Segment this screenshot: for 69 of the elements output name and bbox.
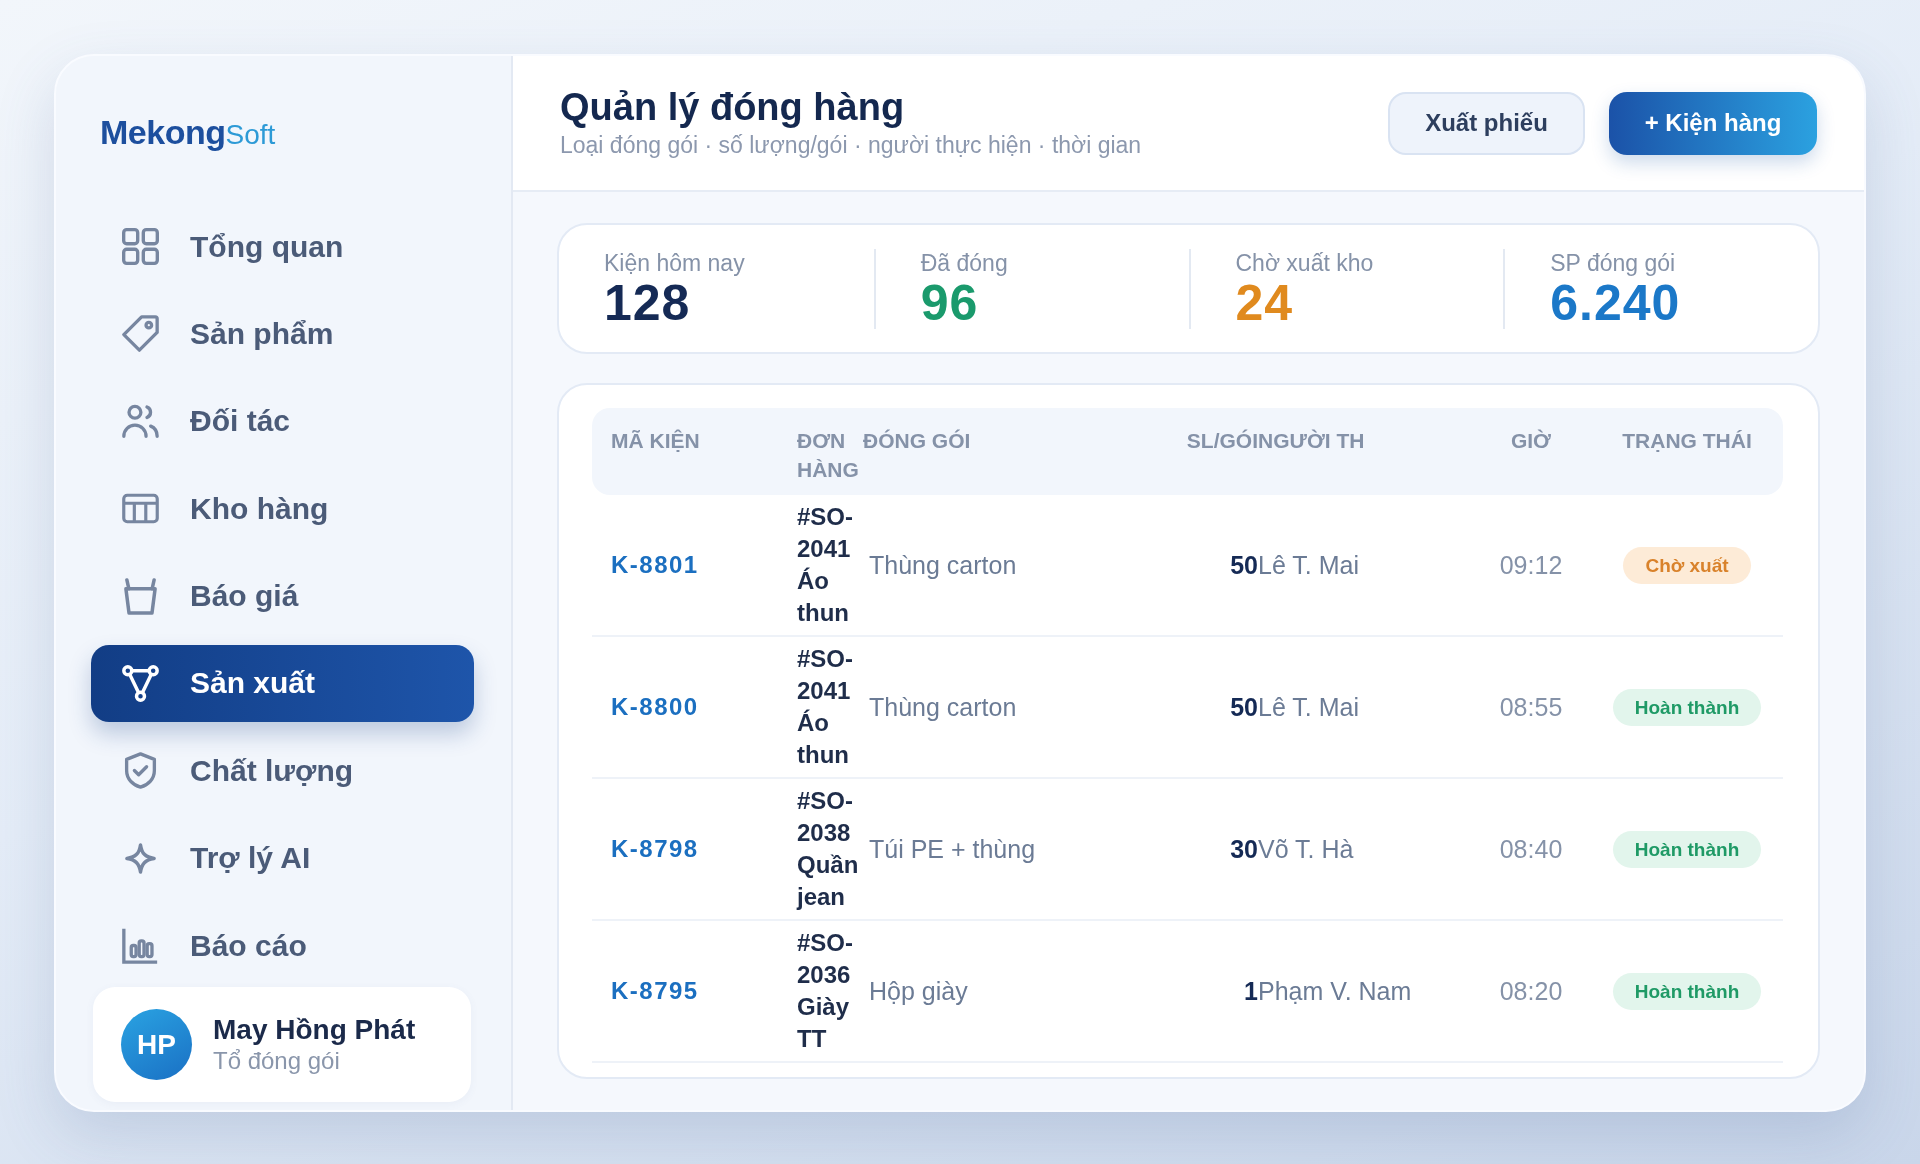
- package-id-link[interactable]: K-8795: [611, 977, 699, 1005]
- user-name: May Hồng Phát: [213, 1013, 416, 1046]
- user-avatar: HP: [121, 1009, 192, 1081]
- shield-check-icon: [122, 752, 159, 790]
- bar-chart-icon: [122, 927, 159, 965]
- packaging-cell-text: Thùng carton: [868, 692, 1018, 722]
- nav-item[interactable]: Kho hàng: [91, 470, 474, 548]
- column-header: ĐƠN HÀNG: [797, 428, 860, 483]
- stat-value: 24: [1235, 277, 1295, 329]
- time-cell-text: 08:55: [1498, 692, 1564, 722]
- column-header: NGƯỜI TH: [1258, 428, 1366, 454]
- stat-label: Đã đóng: [920, 249, 1009, 277]
- order-cell-text: #SO-2036 Giày TT: [797, 928, 854, 1054]
- order-cell-text: #SO-2041 Áo thun: [797, 502, 854, 628]
- package-id-link[interactable]: K-8801: [611, 551, 699, 579]
- status-badge: Hoàn thành: [1612, 830, 1762, 868]
- quantity-cell-text: 50: [1229, 692, 1258, 722]
- nav-item[interactable]: Tổng quan: [91, 208, 474, 285]
- worker-cell-text: Võ T. Hà: [1258, 834, 1355, 864]
- time-cell-text: 08:20: [1498, 976, 1564, 1006]
- tag-icon: [122, 315, 159, 353]
- order-cell-text: #SO-2038 Quần jean: [797, 786, 860, 912]
- stat-label: SP đóng gói: [1550, 249, 1677, 277]
- grid-icon: [122, 228, 159, 265]
- sparkle-icon: [125, 842, 156, 874]
- nav-item[interactable]: Báo cáo: [91, 907, 474, 985]
- worker-cell-text: Lê T. Mai: [1258, 692, 1360, 722]
- column-header: MÃ KIỆN: [611, 428, 701, 454]
- user-role: Tổ đóng gói: [213, 1045, 341, 1076]
- page-subtitle: Loại đóng gói · số lượng/gói · người thực hiện · thời gian: [560, 131, 1142, 160]
- column-header: GIỜ: [1509, 428, 1553, 454]
- status-badge: Hoàn thành: [1612, 688, 1762, 726]
- users-icon: [122, 402, 159, 440]
- export-button[interactable]: Xuất phiếu: [1388, 91, 1585, 155]
- packaging-cell-text: Hộp giày: [868, 976, 969, 1006]
- column-header: ĐÓNG GÓI: [863, 428, 972, 454]
- order-cell-text: #SO-2041 Áo thun: [797, 644, 854, 770]
- nav-item[interactable]: Đối tác: [91, 382, 474, 460]
- triangle-nodes-icon: [122, 664, 159, 702]
- packaging-cell-text: Túi PE + thùng: [868, 834, 1037, 864]
- quantity-cell-text: 50: [1229, 550, 1258, 580]
- column-header: TRẠNG THÁI: [1621, 428, 1753, 454]
- add-package-button[interactable]: + Kiện hàng: [1609, 91, 1817, 155]
- worker-cell-text: Lê T. Mai: [1258, 550, 1360, 580]
- basket-icon: [122, 577, 159, 615]
- stat-label: Kiện hôm nay: [604, 249, 746, 277]
- status-badge: Chờ xuất: [1623, 546, 1751, 584]
- stat-value: 96: [920, 277, 979, 329]
- packaging-cell-text: Thùng carton: [868, 550, 1018, 580]
- stat-value: 6.240: [1550, 277, 1682, 329]
- stat-value: 128: [604, 277, 692, 329]
- package-id-link[interactable]: K-8800: [611, 693, 699, 721]
- time-cell-text: 09:12: [1498, 550, 1564, 580]
- nav-item[interactable]: Sản phẩm: [91, 295, 474, 373]
- status-badge: Hoàn thành: [1612, 972, 1762, 1010]
- nav-item[interactable]: Sản xuất: [91, 644, 474, 722]
- time-cell-text: 08:40: [1498, 834, 1564, 864]
- column-header: SL/GÓI: [1185, 428, 1258, 454]
- nav-item[interactable]: Báo giá: [91, 557, 474, 635]
- stat-label: Chờ xuất kho: [1235, 249, 1375, 277]
- nav-item[interactable]: Chất lượng: [91, 732, 474, 810]
- page-title: Quản lý đóng hàng: [560, 85, 906, 129]
- nav-item[interactable]: Trợ lý AI: [91, 819, 474, 897]
- app-logo: MekongSoft: [100, 112, 277, 153]
- user-card[interactable]: HP May Hồng Phát Tổ đóng gói: [93, 987, 471, 1102]
- quantity-cell-text: 1: [1243, 976, 1258, 1006]
- worker-cell-text: Phạm V. Nam: [1258, 976, 1413, 1006]
- package-id-link[interactable]: K-8798: [611, 835, 699, 863]
- quantity-cell-text: 30: [1229, 834, 1258, 864]
